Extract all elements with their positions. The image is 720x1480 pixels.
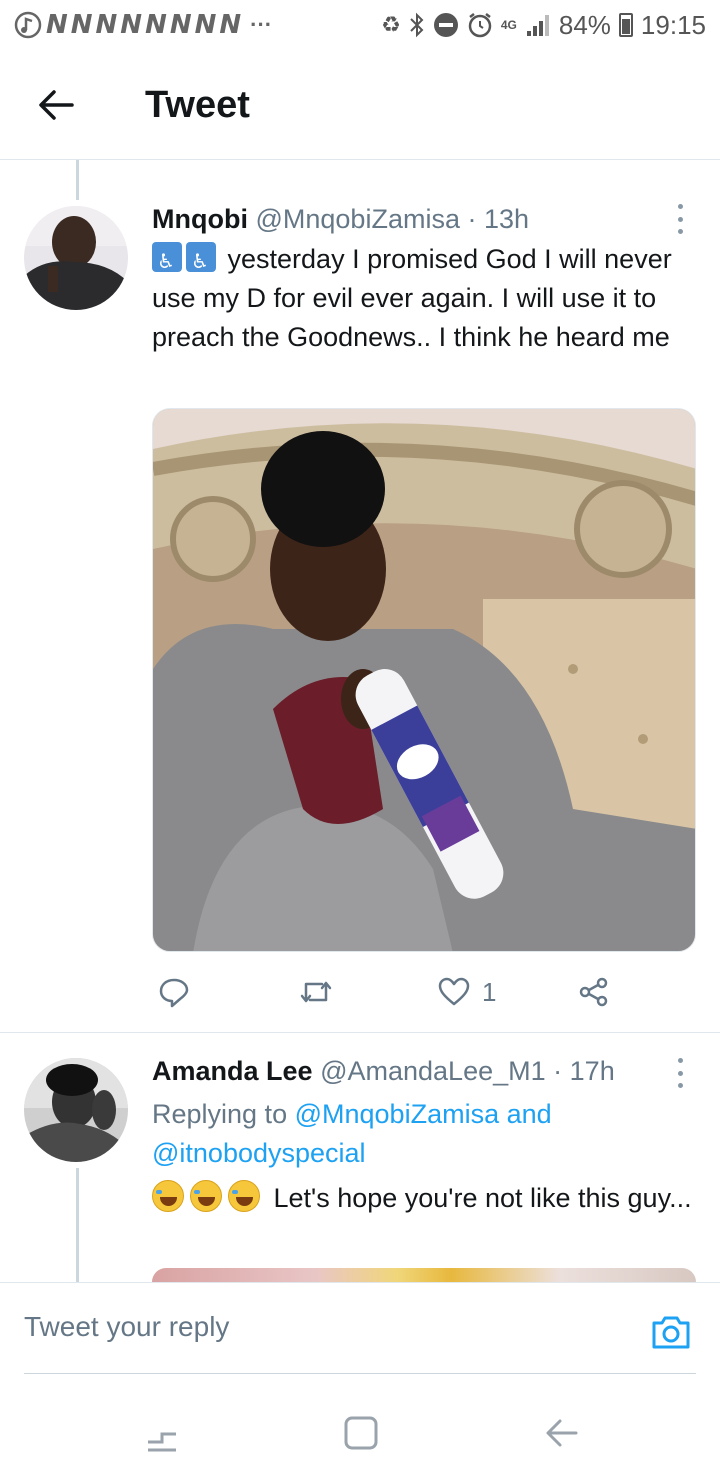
author-handle[interactable]: @AmandaLee_M1 xyxy=(320,1056,546,1086)
avatar-image xyxy=(24,1058,128,1162)
like-count: 1 xyxy=(482,976,497,1007)
tweet-actions: 1 xyxy=(152,970,696,1014)
camera-button[interactable] xyxy=(650,1313,692,1351)
system-nav-bar xyxy=(0,1380,720,1480)
reply-composer: Tweet your reply xyxy=(0,1282,720,1374)
share-icon xyxy=(579,977,608,1007)
heart-icon xyxy=(438,977,470,1006)
recycle-icon: ♻ xyxy=(381,12,401,37)
tweet-text: Let's hope you're not like this guy... xyxy=(152,1179,696,1218)
battery-percent: 84% xyxy=(558,9,611,40)
arrow-left-icon xyxy=(39,90,74,120)
notification-icon: N xyxy=(46,10,68,40)
more-vertical-icon[interactable] xyxy=(670,1058,690,1088)
do-not-disturb-icon xyxy=(433,13,458,37)
clock: 19:15 xyxy=(640,9,706,40)
replying-joiner: and xyxy=(506,1099,552,1129)
network-type: 4G xyxy=(500,17,517,32)
mention-link[interactable]: @itnobodyspecial xyxy=(152,1138,366,1168)
bluetooth-icon xyxy=(410,12,424,38)
tweet-text: yesterday I promised God I will never us… xyxy=(152,240,696,357)
home-icon xyxy=(344,1416,378,1450)
author-name[interactable]: Amanda Lee xyxy=(152,1056,313,1086)
replying-to: Replying to @MnqobiZamisa and @itnobodys… xyxy=(152,1095,696,1173)
author-name[interactable]: Mnqobi xyxy=(152,204,248,234)
separator: · xyxy=(467,204,477,234)
retweet-button[interactable] xyxy=(298,970,346,1014)
notification-icon: N xyxy=(70,10,93,40)
thread-connector xyxy=(76,1168,79,1282)
back-button[interactable] xyxy=(36,88,76,122)
signal-icon xyxy=(526,15,549,36)
alarm-icon xyxy=(468,13,492,38)
notification-icon: N xyxy=(120,10,142,40)
laughing-emoji-icon xyxy=(228,1180,260,1212)
tweet-body: yesterday I promised God I will never us… xyxy=(152,244,672,352)
tweet-body: Let's hope you're not like this guy... xyxy=(273,1183,692,1213)
wheelchair-emoji-icon xyxy=(186,242,216,282)
tweet-photo[interactable] xyxy=(152,408,696,952)
reply-icon xyxy=(159,978,189,1008)
recent-apps-icon xyxy=(148,1432,176,1452)
tweet-header: Amanda Lee @AmandaLee_M1 · 17h xyxy=(152,1056,615,1087)
laughing-emoji-icon xyxy=(152,1180,184,1212)
nav-back-icon xyxy=(546,1419,578,1447)
replying-prefix: Replying to xyxy=(152,1099,288,1129)
avatar[interactable] xyxy=(24,206,128,310)
wheelchair-emoji-icon xyxy=(152,242,182,282)
mention-link[interactable]: @MnqobiZamisa xyxy=(295,1099,499,1129)
battery-icon xyxy=(618,13,633,37)
share-button[interactable] xyxy=(578,970,622,1014)
avatar-image xyxy=(24,206,128,310)
recent-apps-button[interactable] xyxy=(142,1412,182,1452)
home-button[interactable] xyxy=(342,1412,382,1452)
camera-icon xyxy=(652,1316,690,1349)
tweet-time: 17h xyxy=(569,1056,615,1086)
tweet-divider xyxy=(0,1032,720,1033)
avatar[interactable] xyxy=(24,1058,128,1162)
status-bar: N N N N N N N N ··· ♻ 4G 84% 19:15 xyxy=(0,0,720,50)
separator: · xyxy=(553,1056,563,1086)
thread-connector xyxy=(76,160,79,200)
reply-input[interactable]: Tweet your reply xyxy=(24,1311,229,1343)
retweet-icon xyxy=(300,981,332,1003)
more-notifications-icon: ··· xyxy=(250,12,273,37)
notification-icon: N xyxy=(194,10,217,40)
reply-button[interactable] xyxy=(158,970,202,1014)
nav-back-button[interactable] xyxy=(542,1412,582,1452)
more-vertical-icon[interactable] xyxy=(670,204,690,234)
reply-underline xyxy=(24,1373,696,1374)
notification-icon: N xyxy=(95,10,118,40)
notification-icon: N xyxy=(169,10,192,40)
status-bar-system: ♻ 4G 84% 19:15 xyxy=(381,10,706,41)
notification-icon: N xyxy=(145,10,167,40)
music-note-icon xyxy=(14,11,42,39)
like-button[interactable]: 1 xyxy=(438,970,496,1014)
laughing-emoji-icon xyxy=(190,1180,222,1212)
tweet-time: 13h xyxy=(484,204,530,234)
notification-icon: N xyxy=(219,10,241,40)
photo-image xyxy=(153,409,695,951)
author-handle[interactable]: @MnqobiZamisa xyxy=(255,204,459,234)
page-title: Tweet xyxy=(145,84,250,126)
app-header: Tweet xyxy=(0,50,720,160)
tweet-photo[interactable] xyxy=(152,1268,696,1282)
tweet-header: Mnqobi @MnqobiZamisa · 13h xyxy=(152,204,529,235)
status-bar-notifications: N N N N N N N N ··· xyxy=(14,10,272,40)
